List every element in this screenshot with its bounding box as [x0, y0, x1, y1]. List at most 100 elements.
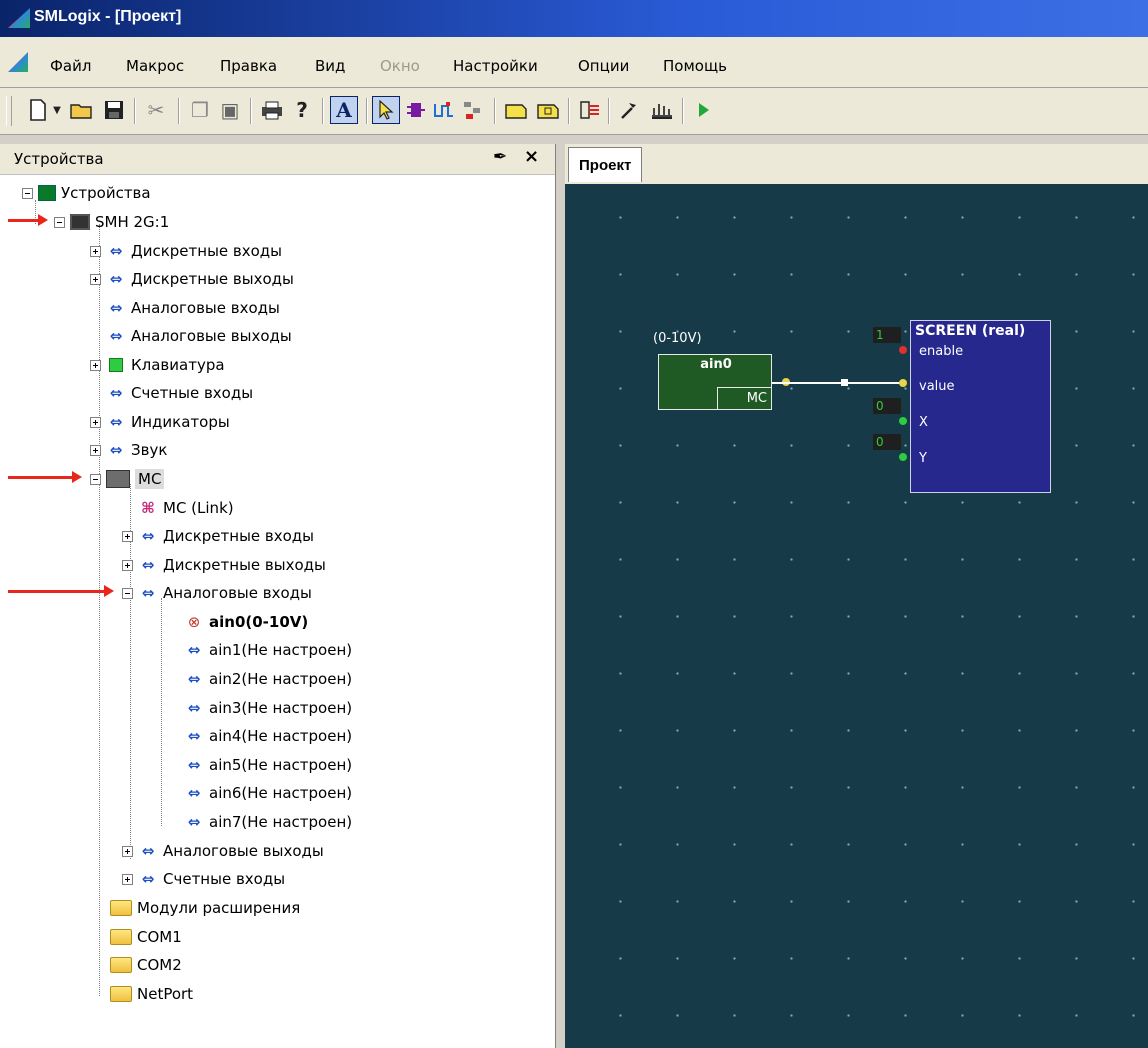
tree-item-ain1[interactable]: ⇔ ain1(Не настроен) — [184, 636, 352, 664]
input-pin-enable[interactable] — [899, 346, 907, 354]
print-icon[interactable] — [258, 96, 286, 124]
upload-icon[interactable] — [648, 96, 676, 124]
connection-wire[interactable] — [772, 382, 902, 384]
menu-view[interactable]: Вид — [315, 57, 345, 75]
expand-icon[interactable] — [90, 273, 101, 285]
tree-item-smh-analog-outputs[interactable]: ⇔ Аналоговые выходы — [106, 322, 292, 350]
tree-item-expansion-modules[interactable]: Модули расширения — [110, 894, 300, 922]
toolbar-grip[interactable] — [6, 96, 12, 126]
collapse-icon[interactable] — [22, 187, 33, 199]
expand-icon[interactable] — [122, 530, 133, 542]
expand-icon[interactable] — [122, 559, 133, 571]
tree-item-label: Модули расширения — [137, 899, 301, 917]
input-arrow-icon: ⇔ — [109, 299, 123, 317]
window-title: SMLogix - [Проект] — [34, 8, 182, 25]
menu-window[interactable]: Окно — [380, 57, 420, 75]
tree-item-devices-root[interactable]: Устройства — [22, 179, 151, 207]
collapse-icon[interactable] — [90, 473, 101, 485]
tree-item-mc-analog-outputs[interactable]: ⇔ Аналоговые выходы — [122, 837, 324, 865]
tree-item-mc-discrete-inputs[interactable]: ⇔ Дискретные входы — [122, 522, 314, 550]
text-tool-icon[interactable]: A — [330, 96, 358, 124]
tree-item-smh-discrete-outputs[interactable]: ⇔ Дискретные выходы — [90, 265, 294, 293]
expand-icon[interactable] — [122, 845, 133, 857]
pin-icon[interactable]: ✒ — [493, 147, 507, 167]
pin-value-y[interactable]: 0 — [873, 434, 901, 450]
devices-panel: Устройства ✒ × Устройства SMH 2G:1 ⇔ Дис… — [0, 144, 556, 1048]
menu-edit[interactable]: Правка — [220, 57, 277, 75]
menu-macro[interactable]: Макрос — [126, 57, 184, 75]
input-pin-x[interactable] — [899, 417, 907, 425]
tree-item-ain4[interactable]: ⇔ ain4(Не настроен) — [184, 722, 352, 750]
output-tool-icon[interactable] — [534, 96, 562, 124]
menu-help[interactable]: Помощь — [663, 57, 727, 75]
menu-file[interactable]: Файл — [50, 57, 91, 75]
tree-item-indicators[interactable]: ⇔ Индикаторы — [90, 408, 230, 436]
collapse-icon[interactable] — [54, 216, 65, 228]
tree-item-label: COM1 — [137, 928, 182, 946]
expand-icon[interactable] — [90, 416, 101, 428]
tree-item-label: Дискретные выходы — [131, 270, 294, 288]
title-bar: SMLogix - [Проект] — [0, 0, 1148, 37]
tree-item-sound[interactable]: ⇔ Звук — [90, 436, 167, 464]
tree-item-keyboard[interactable]: Клавиатура — [90, 351, 225, 379]
expand-icon[interactable] — [90, 444, 101, 456]
menu-settings[interactable]: Настройки — [453, 57, 538, 75]
tree-item-label: ain1(Не настроен) — [209, 641, 353, 659]
input-pin-value[interactable] — [899, 379, 907, 387]
wire-tool-icon[interactable] — [430, 96, 458, 124]
annotation-arrow — [8, 471, 82, 483]
tree-item-com1[interactable]: COM1 — [110, 923, 182, 951]
help-icon[interactable]: ? — [288, 96, 316, 124]
screen-block[interactable]: SCREEN (real) enable value X Y — [910, 320, 1051, 493]
document-icon[interactable] — [8, 52, 28, 72]
tree-item-mc-link[interactable]: ⌘ MC (Link) — [138, 494, 234, 522]
tree-item-ain5[interactable]: ⇔ ain5(Не настроен) — [184, 751, 352, 779]
ain0-block[interactable]: ain0 MC — [658, 354, 772, 410]
collapse-icon[interactable] — [122, 587, 133, 599]
menu-options[interactable]: Опции — [578, 57, 629, 75]
tree-item-mc-counter-inputs[interactable]: ⇔ Счетные входы — [122, 865, 285, 893]
tree-item-netport[interactable]: NetPort — [110, 980, 193, 1008]
tree-item-ain3[interactable]: ⇔ ain3(Не настроен) — [184, 694, 352, 722]
select-pointer-icon[interactable] — [372, 96, 400, 124]
save-icon[interactable] — [100, 96, 128, 124]
tree-item-ain7[interactable]: ⇔ ain7(Не настроен) — [184, 808, 352, 836]
tree-item-mc-discrete-outputs[interactable]: ⇔ Дискретные выходы — [122, 551, 326, 579]
tree-item-ain6[interactable]: ⇔ ain6(Не настроен) — [184, 779, 352, 807]
open-folder-icon[interactable] — [68, 96, 96, 124]
paste-icon[interactable]: ▣ — [216, 96, 244, 124]
tree-item-label: ain0(0-10V) — [209, 613, 309, 631]
network-tool-icon[interactable] — [458, 96, 486, 124]
output-arrow-icon: ⇔ — [141, 556, 155, 574]
expand-icon[interactable] — [90, 359, 101, 371]
project-canvas[interactable]: (0-10V) ain0 MC SCREEN (real) enable val… — [565, 184, 1148, 1048]
tree-item-ain2[interactable]: ⇔ ain2(Не настроен) — [184, 665, 352, 693]
tree-item-mc[interactable]: MC — [90, 465, 165, 493]
pin-value-x[interactable]: 0 — [873, 398, 901, 414]
tab-project[interactable]: Проект — [568, 147, 643, 182]
tree-item-smh-counter-inputs[interactable]: ⇔ Счетные входы — [106, 379, 253, 407]
tree-item-ain0[interactable]: ⊗ ain0(0-10V) — [184, 608, 309, 636]
tree-item-smh-discrete-inputs[interactable]: ⇔ Дискретные входы — [90, 237, 282, 265]
new-file-icon[interactable] — [24, 96, 52, 124]
tree-item-com2[interactable]: COM2 — [110, 951, 182, 979]
expand-icon[interactable] — [122, 873, 133, 885]
run-icon[interactable] — [690, 96, 718, 124]
dropdown-arrow-icon[interactable]: ▼ — [50, 96, 64, 124]
compile-icon[interactable] — [576, 96, 604, 124]
tree-item-smh-analog-inputs[interactable]: ⇔ Аналоговые входы — [106, 294, 280, 322]
input-tool-icon[interactable] — [502, 96, 530, 124]
tree-item-label: Аналоговые выходы — [131, 327, 292, 345]
pin-value-enable[interactable]: 1 — [873, 327, 901, 343]
close-icon[interactable]: × — [524, 146, 539, 167]
build-icon[interactable] — [616, 96, 644, 124]
tree-item-smh[interactable]: SMH 2G:1 — [54, 208, 169, 236]
copy-icon[interactable]: ❐ — [186, 96, 214, 124]
cut-icon[interactable]: ✂ — [142, 96, 170, 124]
tree-item-label: Дискретные входы — [163, 527, 315, 545]
wire-junction[interactable] — [841, 379, 848, 386]
tree-item-mc-analog-inputs[interactable]: ⇔ Аналоговые входы — [122, 579, 312, 607]
block-tool-icon[interactable] — [402, 96, 430, 124]
expand-icon[interactable] — [90, 245, 101, 257]
input-pin-y[interactable] — [899, 453, 907, 461]
